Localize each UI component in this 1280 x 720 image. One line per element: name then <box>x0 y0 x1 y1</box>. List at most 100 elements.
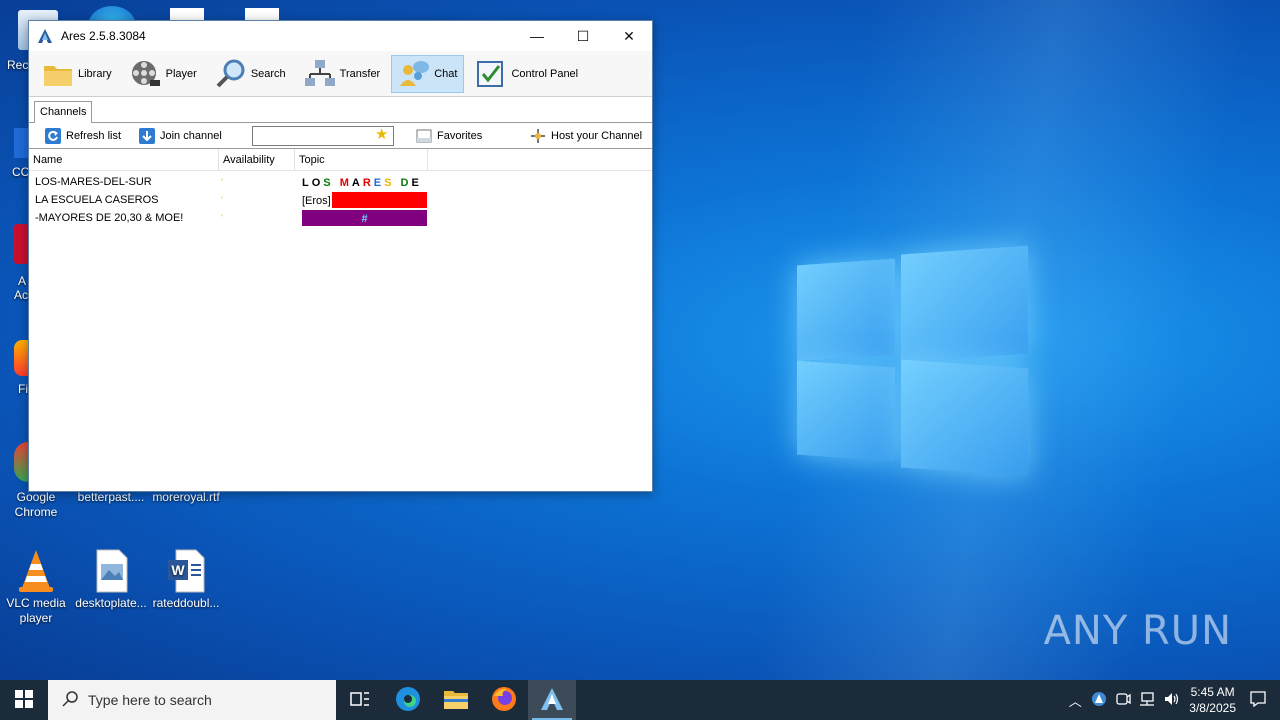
channel-search-input[interactable] <box>252 126 394 146</box>
desktop-icon-rateddoubl[interactable]: W rateddoubl... <box>150 548 222 611</box>
vlc-cone-icon <box>14 548 58 594</box>
refresh-icon <box>45 128 61 144</box>
control-panel-icon <box>475 58 507 90</box>
film-reel-icon <box>130 58 162 90</box>
availability-indicator: ' <box>221 195 223 205</box>
desktop-icon-label: moreroyal.rtf <box>152 490 220 504</box>
favorites-button[interactable]: Favorites <box>416 128 482 144</box>
windows-start-icon <box>15 689 33 711</box>
taskbar: Type here to search ︿ 5:45 AM 3/8/2025 <box>0 680 1280 720</box>
toolbar-control-panel-button[interactable]: Control Panel <box>468 55 585 93</box>
tab-strip: Channels <box>29 97 652 123</box>
channel-topic-text: [Eros] <box>302 195 331 207</box>
taskbar-edge[interactable] <box>384 680 432 720</box>
channel-name: LOS-MARES-DEL-SUR <box>35 176 152 188</box>
refresh-list-button[interactable]: Refresh list <box>45 128 121 144</box>
acrobat-icon[interactable] <box>14 224 28 264</box>
channel-name: -MAYORES DE 20,30 & MOE! <box>35 212 184 224</box>
acrobat-label-2: Ac <box>14 288 29 302</box>
folder-icon <box>444 689 468 712</box>
anyrun-watermark: ANY RUN <box>1044 608 1232 654</box>
ares-tray-icon[interactable] <box>1087 691 1111 710</box>
library-folder-icon <box>42 58 74 90</box>
desktop-icon-desktoplate[interactable]: desktoplate... <box>75 548 147 611</box>
channel-topic: LOS MARES DE <box>302 174 427 190</box>
column-header-name[interactable]: Name <box>29 149 219 170</box>
taskbar-search-box[interactable]: Type here to search <box>48 680 336 720</box>
clock-date: 3/8/2025 <box>1189 701 1236 715</box>
start-button[interactable] <box>0 680 48 720</box>
desktop-icon-label: desktoplate... <box>75 596 147 610</box>
taskbar-firefox[interactable] <box>480 680 528 720</box>
host-channel-button[interactable]: Host your Channel <box>530 128 642 144</box>
chat-users-icon <box>398 58 430 90</box>
host-channel-icon <box>530 128 546 144</box>
table-row[interactable]: LA ESCUELA CASEROS ' [Eros] <box>29 191 652 209</box>
join-channel-button[interactable]: Join channel <box>139 128 222 144</box>
star-icon[interactable]: ★ <box>375 127 388 143</box>
search-icon <box>62 690 78 710</box>
firefox-label: Fi <box>18 382 28 396</box>
desktop-icon-label: VLC media player <box>6 596 66 625</box>
desktop-icon-betterpast[interactable]: betterpast.... <box>75 490 147 505</box>
minimize-button[interactable]: — <box>514 21 560 51</box>
chevron-up-icon[interactable]: ︿ <box>1063 691 1087 710</box>
desktop-icon-label: betterpast.... <box>77 490 145 504</box>
channel-topic: [Eros] <box>302 192 427 208</box>
svg-text:W: W <box>171 562 185 578</box>
close-button[interactable]: ✕ <box>606 21 652 51</box>
favorites-window-icon <box>416 128 432 144</box>
ares-logo-icon <box>37 28 53 44</box>
network-icon[interactable] <box>1135 691 1159 710</box>
taskbar-clock[interactable]: 5:45 AM 3/8/2025 <box>1189 684 1236 716</box>
desktop-icon-vlc[interactable]: VLC media player <box>0 548 72 626</box>
task-view-button[interactable] <box>336 680 384 720</box>
transfer-network-icon <box>304 58 336 90</box>
join-channel-label: Join channel <box>160 130 222 142</box>
channel-list-header: Name Availability Topic <box>29 149 652 171</box>
host-channel-label: Host your Channel <box>551 130 643 142</box>
column-header-topic[interactable]: Topic <box>295 149 428 170</box>
main-toolbar: Library Player Search Transfer Chat Cont… <box>29 51 652 97</box>
edge-browser-icon <box>395 686 421 715</box>
desktop-icon-label: Google Chrome <box>14 490 58 519</box>
magnifier-icon <box>215 58 247 90</box>
task-view-icon <box>350 690 370 711</box>
table-row[interactable]: LOS-MARES-DEL-SUR ' LOS MARES DE <box>29 173 652 191</box>
ares-logo-icon <box>540 687 564 714</box>
notifications-icon[interactable] <box>1246 690 1270 711</box>
ccleaner-icon[interactable] <box>14 128 28 158</box>
volume-icon[interactable] <box>1159 691 1183 710</box>
desktop-icon-chrome[interactable]: Google Chrome <box>0 490 72 520</box>
chrome-icon[interactable] <box>14 442 28 482</box>
channels-action-bar: Refresh list Join channel ★ Favorites Ho… <box>29 123 652 149</box>
toolbar-chat-label: Chat <box>434 67 458 80</box>
table-row[interactable]: -MAYORES DE 20,30 & MOE! ' # <box>29 209 652 227</box>
tab-channels[interactable]: Channels <box>34 101 93 123</box>
taskbar-file-explorer[interactable] <box>432 680 480 720</box>
download-arrow-icon <box>139 128 155 144</box>
anyrun-text: ANY RUN <box>1043 608 1232 654</box>
favorites-label: Favorites <box>437 130 483 142</box>
ccleaner-label: CC <box>12 165 30 179</box>
toolbar-transfer-button[interactable]: Transfer <box>297 55 388 93</box>
channel-topic-text: # <box>361 213 368 225</box>
toolbar-chat-button[interactable]: Chat <box>391 54 465 93</box>
ares-window: Ares 2.5.8.3084 — ☐ ✕ Library Player Sea… <box>28 20 653 492</box>
channel-list: Name Availability Topic LOS-MARES-DEL-SU… <box>29 149 652 227</box>
firefox-icon <box>491 686 517 715</box>
availability-indicator: ' <box>221 213 223 223</box>
toolbar-library-button[interactable]: Library <box>35 55 119 93</box>
maximize-button[interactable]: ☐ <box>560 21 606 51</box>
taskbar-ares[interactable] <box>528 680 576 720</box>
toolbar-search-button[interactable]: Search <box>208 55 293 93</box>
word-document-icon: W <box>164 548 208 594</box>
channel-topic: # <box>302 210 427 226</box>
firefox-icon[interactable] <box>14 340 28 376</box>
title-bar[interactable]: Ares 2.5.8.3084 — ☐ ✕ <box>29 21 652 51</box>
desktop-icon-moreroyal[interactable]: moreroyal.rtf <box>150 490 222 505</box>
meet-now-icon[interactable] <box>1111 691 1135 710</box>
toolbar-player-button[interactable]: Player <box>123 55 204 93</box>
desktop-icon-label: rateddoubl... <box>152 596 220 610</box>
column-header-availability[interactable]: Availability <box>219 149 295 170</box>
